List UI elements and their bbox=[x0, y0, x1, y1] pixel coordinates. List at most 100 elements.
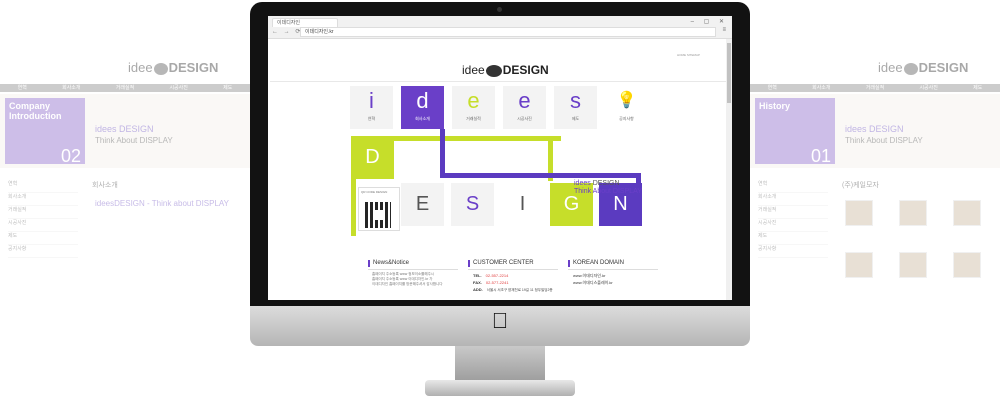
thumbnail bbox=[845, 200, 873, 226]
tile-company[interactable]: d 회사소개 bbox=[401, 86, 444, 129]
right-nav-item: 거래실적 bbox=[758, 206, 828, 219]
imac-mockup:  이데디자인 – ▢ ✕ ← → ⟳ 이데디자인.kr ≡ HOME SITE… bbox=[250, 0, 750, 400]
logo-mark-icon bbox=[485, 64, 502, 77]
tile-records[interactable]: e 거래실적 bbox=[452, 86, 495, 129]
design-letter-e: E bbox=[401, 183, 444, 226]
customer-info: TEL. 02-557-2214 FAX. 02-577-2241 ADD. 서울시 … bbox=[473, 272, 553, 294]
tile-label: 공지사항 bbox=[619, 116, 634, 121]
header-divider bbox=[270, 81, 726, 82]
tile-label: 거래실적 bbox=[466, 116, 481, 121]
news-divider bbox=[368, 269, 458, 270]
news-heading[interactable]: News&Notice bbox=[368, 260, 409, 267]
left-logo: idee DESIGN bbox=[128, 60, 219, 75]
right-menubar: 연혁 회사소개 거래실적 시공사진 제도 bbox=[750, 84, 1000, 92]
tile-label: 연혁 bbox=[367, 116, 376, 121]
right-logo: idee DESIGN bbox=[878, 60, 969, 75]
news-list: 홈페이지 주소등록 www 정보이소를해주시 홈페이지 주소등록 www 이데디… bbox=[372, 272, 443, 287]
news-item[interactable]: 이데디자인 홈페이지를 방문해주셔서 감사합니다 bbox=[372, 282, 443, 287]
left-section-title: 회사소개 bbox=[92, 182, 118, 189]
qr-code-block[interactable]: QR CODE DESIGN bbox=[358, 187, 400, 231]
domain-link[interactable]: www.이데디스플레이.kr bbox=[573, 279, 613, 286]
left-nav-item: 회사소개 bbox=[8, 193, 78, 206]
tagline: idees DESIGN Think About DISPLAY bbox=[574, 180, 642, 196]
tile-letter: e bbox=[467, 88, 480, 113]
left-content-highlight: ideesDESIGN - Think about DISPLAY bbox=[95, 199, 229, 208]
tile-system[interactable]: s 제도 bbox=[554, 86, 597, 129]
thumbnail bbox=[845, 252, 873, 278]
tile-notice[interactable]: 💡 공지사항 bbox=[605, 86, 648, 129]
site-logo[interactable]: idee DESIGN bbox=[462, 63, 549, 77]
tagline-part: idees bbox=[574, 180, 591, 187]
apple-logo-icon:  bbox=[489, 309, 511, 333]
tagline-part: DESIGN bbox=[592, 180, 620, 187]
tile-letter: s bbox=[570, 88, 581, 113]
thumbnail bbox=[953, 252, 981, 278]
tagline-line2: Think About DISPLAY bbox=[574, 188, 642, 195]
address-bar[interactable]: 이데디자인.kr bbox=[300, 27, 716, 37]
tile-history[interactable]: i 연혁 bbox=[350, 86, 393, 129]
purple-connector bbox=[440, 173, 640, 178]
logo-text: idee bbox=[462, 63, 485, 77]
right-hero-subtext: Think About DISPLAY bbox=[845, 136, 923, 145]
lightbulb-icon: 💡 bbox=[616, 92, 637, 109]
thumbnail bbox=[953, 200, 981, 226]
right-menu-item: 시공사진 bbox=[919, 85, 938, 91]
left-preview-page: idee DESIGN 연혁 회사소개 거래실적 시공사진 제도 Company … bbox=[0, 30, 250, 390]
left-nav-item: 연혁 bbox=[8, 180, 78, 193]
right-nav-item: 시공사진 bbox=[758, 219, 828, 232]
nav-buttons[interactable]: ← → ⟳ bbox=[272, 28, 302, 35]
window-controls[interactable]: – ▢ ✕ bbox=[691, 18, 728, 25]
right-menu-item: 거래실적 bbox=[865, 85, 885, 91]
left-hero-text: idees DESIGN bbox=[95, 124, 154, 134]
domain-link[interactable]: www.이데디자인.kr bbox=[573, 272, 613, 279]
tile-letter: e bbox=[518, 88, 531, 113]
fax-label: FAX. bbox=[473, 280, 482, 285]
tile-letter: d bbox=[416, 88, 429, 113]
top-links[interactable]: HOME SITEMAP bbox=[677, 53, 700, 57]
domain-divider bbox=[568, 269, 658, 270]
browser-screen: 이데디자인 – ▢ ✕ ← → ⟳ 이데디자인.kr ≡ HOME SITEMA… bbox=[268, 16, 732, 300]
imac-stand-neck bbox=[455, 346, 545, 384]
tile-label: 회사소개 bbox=[415, 116, 430, 121]
right-hero-text: idees DESIGN bbox=[845, 124, 904, 134]
logo-text-bold: DESIGN bbox=[502, 63, 549, 77]
tel-value: 02-557-2214 bbox=[485, 273, 509, 278]
thumbnail bbox=[899, 200, 927, 226]
design-letter-s: S bbox=[451, 183, 494, 226]
left-menubar: 연혁 회사소개 거래실적 시공사진 제도 bbox=[0, 84, 250, 92]
right-hero: History 01 idees DESIGN Think About DISP… bbox=[750, 94, 1000, 168]
left-hero-title-2: Introduction bbox=[9, 111, 62, 121]
left-menu-item: 연혁 bbox=[17, 85, 27, 91]
tile-label: 제도 bbox=[571, 116, 580, 121]
right-section-title: (주)케일모자 bbox=[842, 182, 879, 189]
right-menu-item: 제도 bbox=[973, 85, 983, 91]
design-letter-d: D bbox=[351, 136, 394, 179]
right-hero-box: History 01 bbox=[755, 98, 835, 165]
left-nav-item: 시공사진 bbox=[8, 219, 78, 232]
thumbnail bbox=[899, 252, 927, 278]
domain-list: www.이데디자인.kr www.이데디스플레이.kr bbox=[573, 272, 613, 286]
left-hero-number: 02 bbox=[60, 146, 81, 166]
tel-label: TEL. bbox=[473, 273, 482, 278]
domain-heading: KOREAN DOMAIN bbox=[568, 260, 624, 267]
address-value: 서울시 서초구 양재천로 19길 11 정우빌딩2층 bbox=[486, 288, 553, 292]
browser-chrome: 이데디자인 – ▢ ✕ ← → ⟳ 이데디자인.kr ≡ bbox=[268, 16, 732, 39]
customer-heading: CUSTOMER CENTER bbox=[468, 260, 534, 267]
left-content: ideesDESIGN - Think about DISPLAY bbox=[95, 200, 229, 208]
right-side-nav: 연혁 회사소개 거래실적 시공사진 제도 공지사항 bbox=[758, 180, 828, 258]
scrollbar-thumb[interactable] bbox=[727, 43, 731, 103]
tile-photos[interactable]: e 시공사진 bbox=[503, 86, 546, 129]
browser-menu-icon[interactable]: ≡ bbox=[722, 27, 726, 33]
fax-value: 02-577-2241 bbox=[485, 280, 509, 285]
camera-icon bbox=[497, 7, 502, 12]
right-nav-item: 공지사항 bbox=[758, 245, 828, 258]
purple-connector bbox=[440, 129, 445, 177]
qr-code-icon bbox=[365, 202, 391, 228]
right-thumbnail-grid bbox=[845, 200, 995, 278]
left-nav-item: 제도 bbox=[8, 232, 78, 245]
right-menu-item: 연혁 bbox=[767, 85, 777, 91]
scrollbar[interactable] bbox=[726, 39, 732, 300]
browser-tab[interactable]: 이데디자인 bbox=[272, 18, 338, 27]
left-hero-subtext: Think About DISPLAY bbox=[95, 136, 173, 145]
left-menu-item: 회사소개 bbox=[62, 85, 81, 91]
